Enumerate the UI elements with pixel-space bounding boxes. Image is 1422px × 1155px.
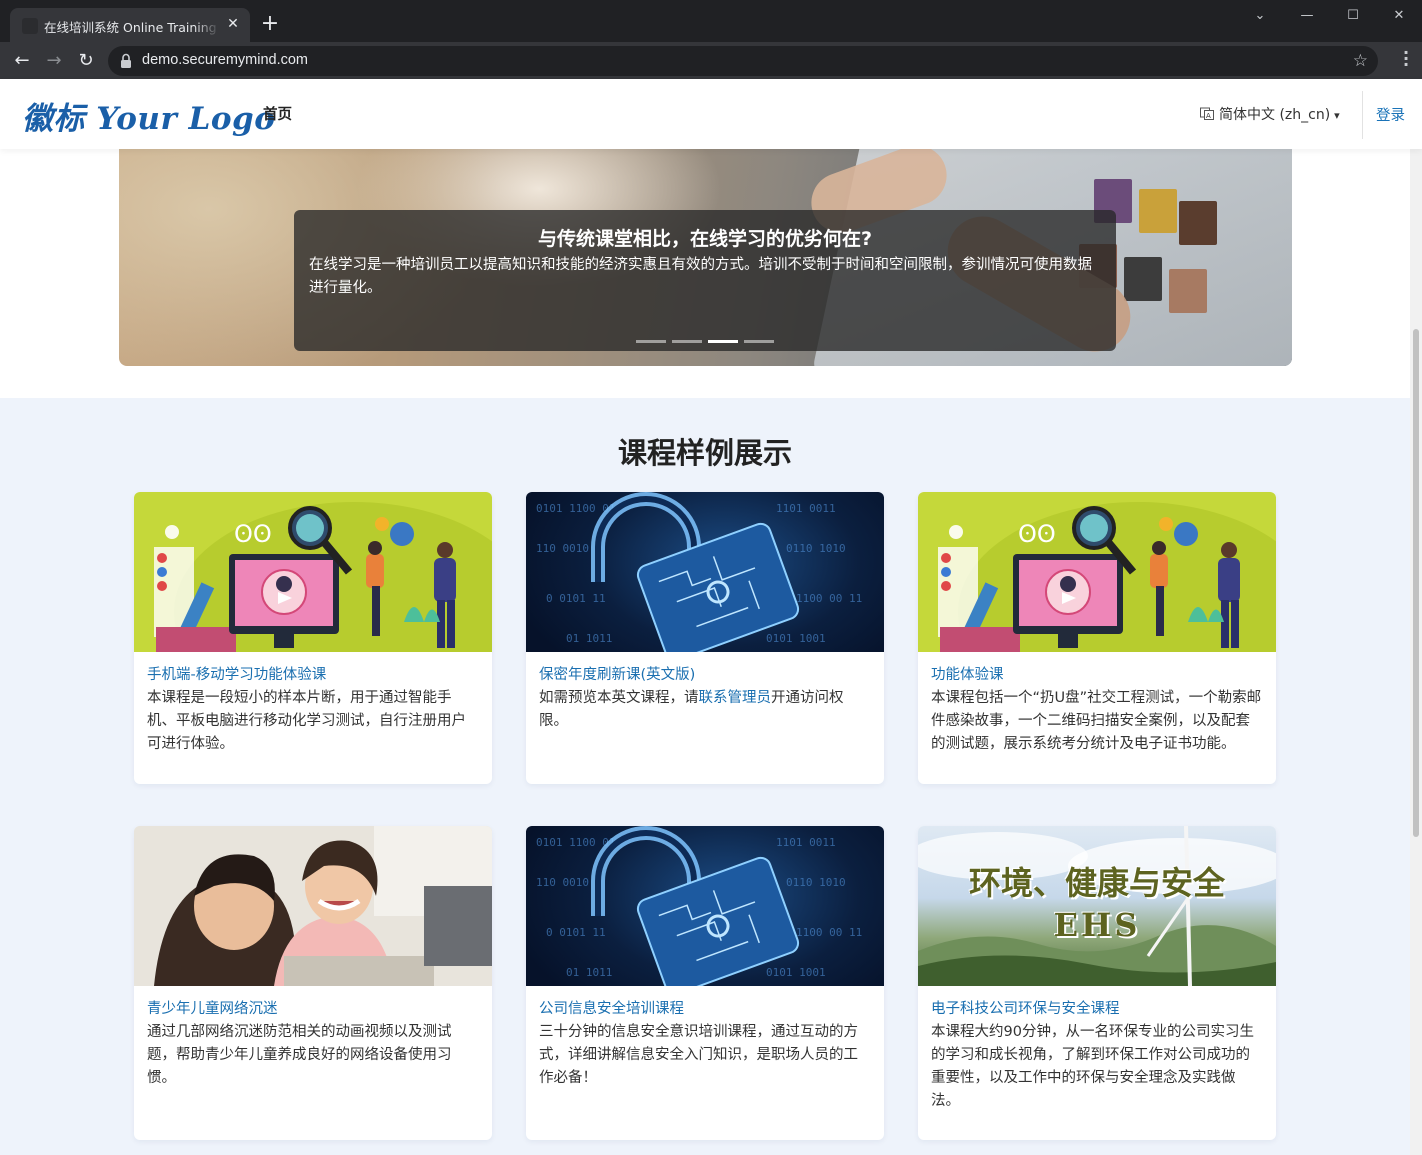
hero-image-tile (1139, 189, 1177, 233)
mobile-learning-illustration: ʘʘ (938, 502, 1276, 652)
ehs-banner-subtitle: EHS (1053, 906, 1141, 944)
course-card[interactable]: ʘʘ 功能体验课 本课程包括一个“扔U盘”社交工程测试，一个勒索邮件感染故事，一… (918, 492, 1276, 784)
language-label: 简体中文 (zh_cn) (1219, 107, 1331, 123)
course-title-link[interactable]: 电子科技公司环保与安全课程 (918, 999, 1276, 1019)
hero-title: 与传统课堂相比，在线学习的优劣何在? (537, 228, 873, 250)
svg-text:1100 00 11: 1100 00 11 (796, 926, 862, 939)
scrollbar-thumb[interactable] (1413, 329, 1419, 837)
window-close-icon[interactable]: ✕ (1385, 6, 1413, 26)
cyber-lock-illustration: 0101 1100 01 1101 0011 110 0010 0110 1010 … (536, 492, 862, 652)
course-title-link[interactable]: 手机端-移动学习功能体验课 (134, 665, 492, 685)
course-description: 本课程包括一个“扔U盘”社交工程测试，一个勒索邮件感染故事，一个二维码扫描安全案… (931, 690, 1262, 752)
svg-text:110 0010: 110 0010 (536, 542, 589, 555)
course-thumbnail-cyber-lock[interactable]: 0101 1100 01 1101 0011 110 0010 0110 1010 … (526, 492, 884, 652)
site-logo[interactable]: 徽标 Your Logo (22, 93, 275, 138)
cyber-lock-illustration: 0101 1100 01 1101 0011 110 0010 0110 1010 … (536, 826, 862, 986)
course-description: 本课程大约90分钟，从一名环保专业的公司实习生的学习和成长视角，了解到环保工作对… (931, 1024, 1254, 1109)
courses-section: 课程样例展示 ʘʘ 手机端-移动学习功能体验课 本课程是一段短小的样本片断，用于… (0, 398, 1422, 1155)
carousel-indicator[interactable] (744, 340, 774, 343)
course-description-text: 如需预览本英文课程，请 (539, 690, 699, 706)
course-thumbnail-ehs[interactable]: 环境、健康与安全 EHS (918, 826, 1276, 986)
course-title-link[interactable]: 功能体验课 (918, 665, 1276, 685)
course-thumbnail-kids[interactable] (134, 826, 492, 986)
browser-toolbar: ← → ↻ demo.securemymind.com ☆ · · · (0, 42, 1422, 79)
svg-text:ʘʘ: ʘʘ (1018, 520, 1056, 548)
svg-text:01 1011: 01 1011 (566, 966, 612, 979)
svg-text:0101 1001: 0101 1001 (766, 632, 826, 645)
minimize-icon[interactable]: — (1293, 6, 1321, 26)
hero-carousel[interactable]: 与传统课堂相比，在线学习的优劣何在? 在线学习是一种培训员工以提高知识和技能的经… (119, 149, 1292, 366)
course-description: 通过几部网络沉迷防范相关的动画视频以及测试题，帮助青少年儿童养成良好的网络设备使… (147, 1024, 452, 1086)
tab-search-chevron-icon[interactable]: ⌄ (1246, 6, 1274, 26)
kids-photo (134, 826, 492, 986)
url-text: demo.securemymind.com (142, 52, 308, 68)
address-bar[interactable]: demo.securemymind.com ☆ (108, 46, 1378, 76)
course-title-link[interactable]: 公司信息安全培训课程 (526, 999, 884, 1019)
svg-text:1101 0011: 1101 0011 (776, 502, 836, 515)
carousel-indicator[interactable] (672, 340, 702, 343)
course-card[interactable]: ʘʘ 手机端-移动学习功能体验课 本课程是一段短小的样本片断，用于通过智能手机、… (134, 492, 492, 784)
course-title-link[interactable]: 保密年度刷新课(英文版) (526, 665, 884, 685)
bookmark-star-icon[interactable]: ☆ (1353, 51, 1368, 71)
carousel-indicators (636, 340, 780, 344)
chevron-down-icon: ▾ (1334, 109, 1340, 122)
header-divider (1362, 91, 1363, 139)
page-scrollbar[interactable] (1410, 79, 1422, 1155)
course-description: 三十分钟的信息安全意识培训课程，通过互动的方式，详细讲解信息安全入门知识，是职场… (539, 1024, 858, 1086)
section-title: 课程样例展示 (617, 436, 792, 470)
lock-icon (121, 53, 131, 68)
tab-title: 在线培训系统 Online Training S (44, 20, 220, 35)
hero-text: 在线学习是一种培训员工以提高知识和技能的经济实惠且有效的方式。培训不受制于时间和… (309, 257, 1092, 296)
language-selector[interactable]: A 简体中文 (zh_cn) ▾ (1200, 104, 1340, 124)
svg-text:0 0101 11: 0 0101 11 (546, 926, 606, 939)
svg-text:0 0101 11: 0 0101 11 (546, 592, 606, 605)
course-card[interactable]: 0101 1100 01 1101 0011 110 0010 0110 1010 … (526, 492, 884, 784)
course-description: 本课程是一段短小的样本片断，用于通过智能手机、平板电脑进行移动化学习测试，自行注… (147, 690, 466, 752)
forward-arrow-icon[interactable]: → (42, 49, 66, 73)
course-thumbnail-cyber-lock[interactable]: 0101 1100 01 1101 0011 110 0010 0110 1010 … (526, 826, 884, 986)
svg-text:0110 1010: 0110 1010 (786, 876, 846, 889)
site-header: 徽标 Your Logo 首页 A 简体中文 (zh_cn) ▾ 登录 (0, 79, 1422, 149)
language-flag-icon: A (1200, 107, 1214, 120)
hero-image-tile (1124, 257, 1162, 301)
ehs-banner-title: 环境、健康与安全 (968, 864, 1225, 902)
hero-caption: 与传统课堂相比，在线学习的优劣何在? 在线学习是一种培训员工以提高知识和技能的经… (294, 210, 1116, 351)
svg-text:1100 00 11: 1100 00 11 (796, 592, 862, 605)
browser-tab[interactable]: 在线培训系统 Online Training S ✕ (10, 8, 250, 42)
course-thumbnail-mobile-learning[interactable]: ʘʘ (918, 492, 1276, 652)
svg-text:0110 1010: 0110 1010 (786, 542, 846, 555)
back-arrow-icon[interactable]: ← (10, 49, 34, 73)
favicon-icon (22, 18, 38, 34)
contact-admin-link[interactable]: 联系管理员 (699, 690, 772, 706)
new-tab-button[interactable]: + (258, 12, 282, 36)
svg-text:01 1011: 01 1011 (566, 632, 612, 645)
browser-tabbar: 在线培训系统 Online Training S ✕ + ⌄ — ☐ ✕ (0, 0, 1422, 42)
course-title-link[interactable]: 青少年儿童网络沉迷 (134, 999, 492, 1019)
tab-close-icon[interactable]: ✕ (224, 15, 242, 33)
course-description: 如需预览本英文课程，请联系管理员开通访问权限。 (526, 687, 884, 733)
mobile-learning-illustration: ʘʘ (154, 502, 492, 652)
svg-text:1101 0011: 1101 0011 (776, 836, 836, 849)
reload-icon[interactable]: ↻ (74, 49, 98, 73)
svg-text:110 0010: 110 0010 (536, 876, 589, 889)
nav-home-link[interactable]: 首页 (263, 103, 292, 124)
login-link[interactable]: 登录 (1376, 104, 1405, 125)
course-card[interactable]: 环境、健康与安全 EHS 电子科技公司环保与安全课程 本课程大约90分钟，从一名… (918, 826, 1276, 1140)
course-thumbnail-mobile-learning[interactable]: ʘʘ (134, 492, 492, 652)
carousel-indicator-active[interactable] (708, 340, 738, 343)
course-card[interactable]: 青少年儿童网络沉迷 通过几部网络沉迷防范相关的动画视频以及测试题，帮助青少年儿童… (134, 826, 492, 1140)
browser-menu-icon[interactable]: · · · (1402, 45, 1410, 73)
maximize-icon[interactable]: ☐ (1339, 6, 1367, 26)
hero-image-tile (1169, 269, 1207, 313)
svg-text:A: A (1206, 112, 1211, 120)
course-card[interactable]: 0101 1100 01 1101 0011 110 0010 0110 1010 … (526, 826, 884, 1140)
hero-image-tile (1179, 201, 1217, 245)
carousel-indicator[interactable] (636, 340, 666, 343)
svg-text:0101 1001: 0101 1001 (766, 966, 826, 979)
svg-text:ʘʘ: ʘʘ (234, 520, 272, 548)
